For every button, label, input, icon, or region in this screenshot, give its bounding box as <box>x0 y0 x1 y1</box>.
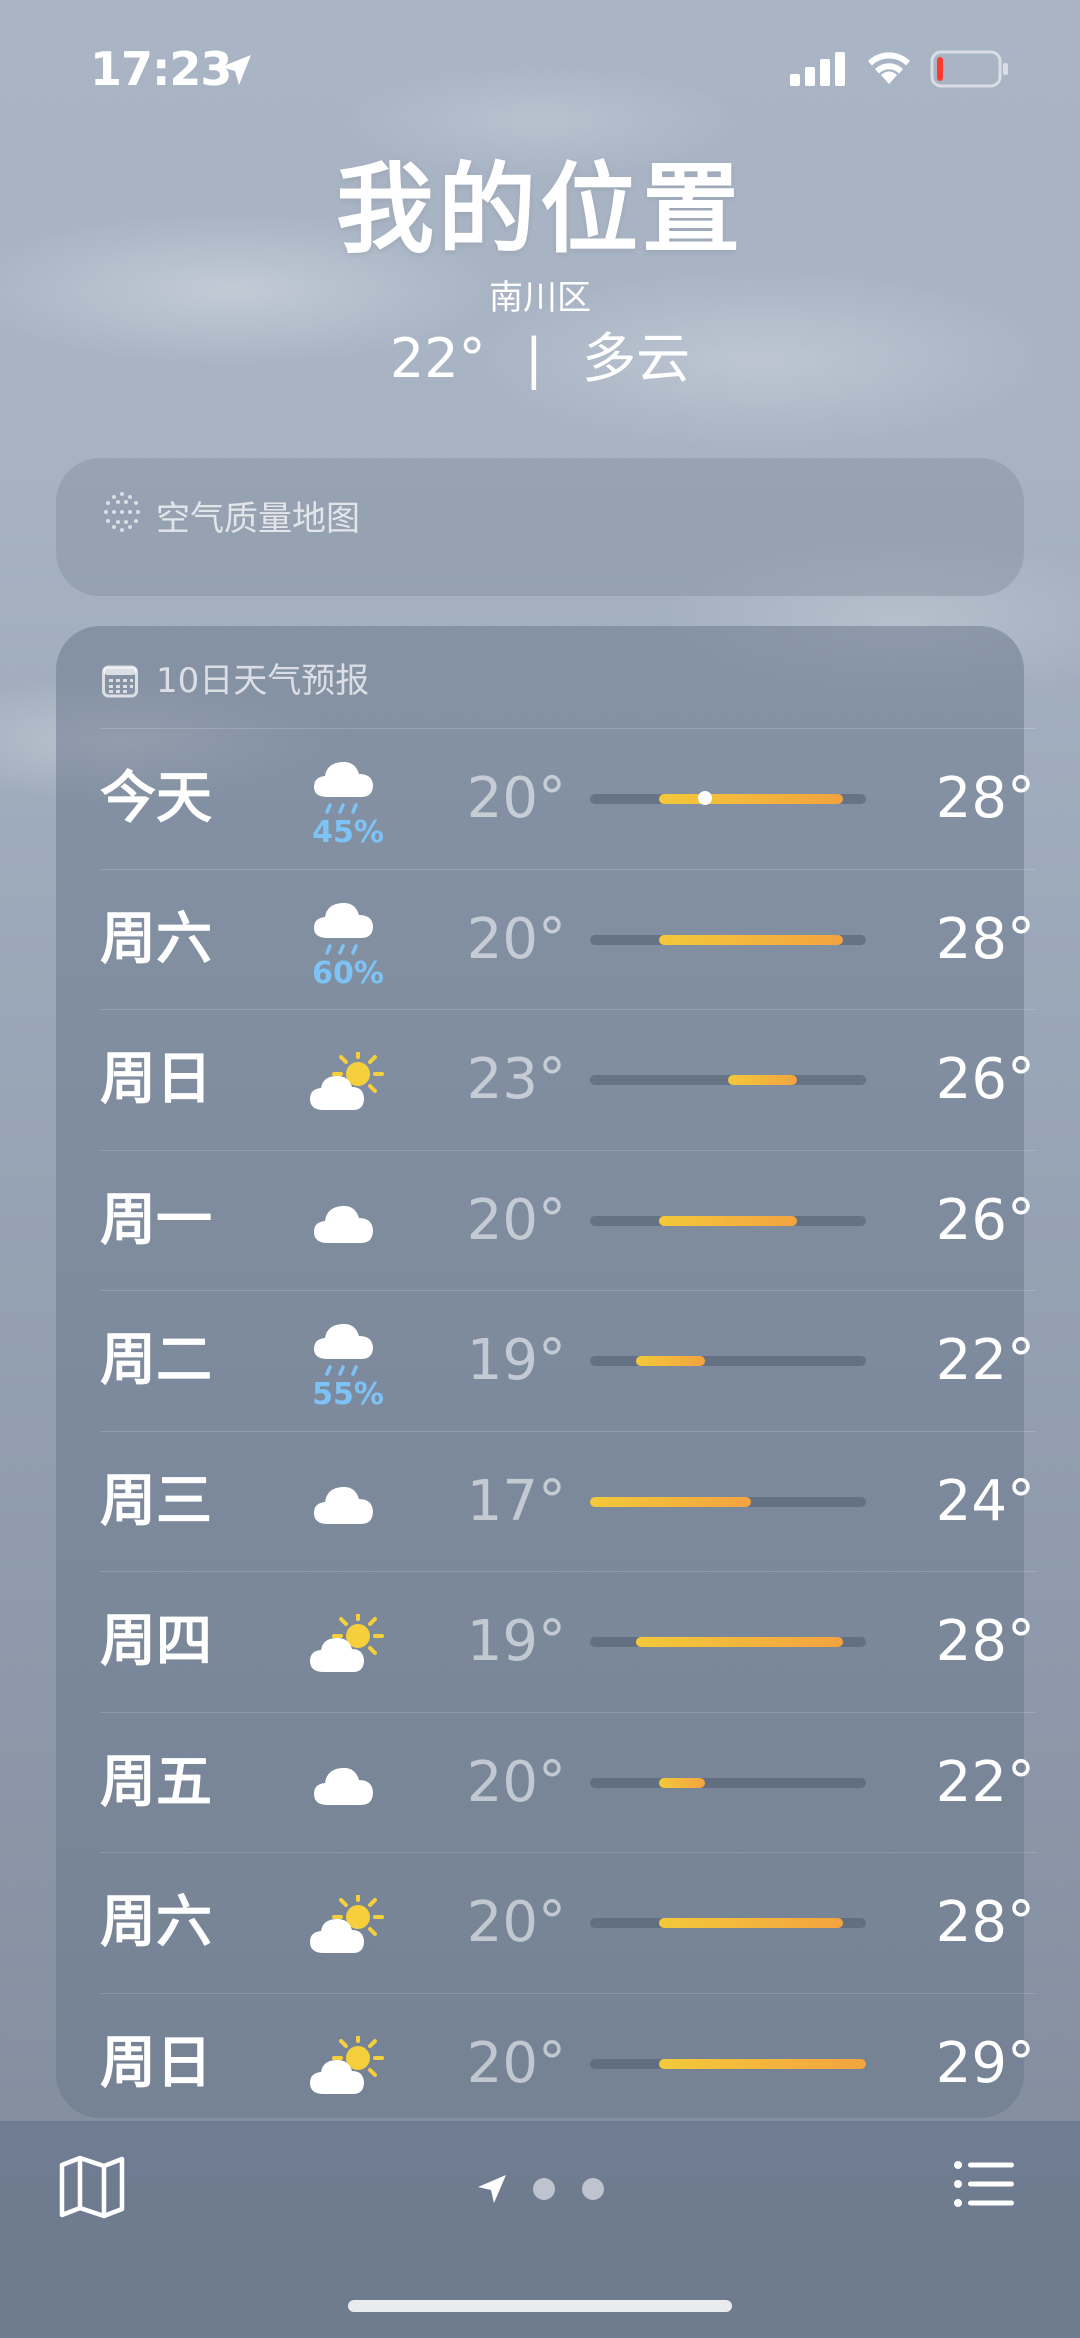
status-bar: 17:23 <box>0 0 1080 140</box>
high-temperature: 29° <box>935 2030 1035 2096</box>
forecast-row: 今天 45% 20° 28° <box>100 728 1036 869</box>
current-conditions: 22° | 多云 <box>0 324 1080 394</box>
forecast-day-label: 周一 <box>100 1187 212 1253</box>
high-temperature: 28° <box>935 766 1035 831</box>
low-temperature: 19° <box>466 1609 566 1674</box>
forecast-row: 周日 23° 26° <box>100 1009 1036 1150</box>
low-temperature: 20° <box>466 1749 566 1815</box>
location-page-arrow-icon <box>478 2175 506 2203</box>
temperature-range-fill <box>659 934 843 945</box>
temperature-range-bar <box>590 1918 866 1928</box>
forecast-day-label: 周日 <box>100 1047 212 1112</box>
temperature-range-bar <box>590 1075 866 1085</box>
temperature-range-bar <box>590 2058 866 2069</box>
battery-icon <box>930 50 1008 88</box>
page-dot-icon <box>533 2178 555 2200</box>
forecast-row: 周二 55% 19° 22° <box>100 1290 1036 1431</box>
low-temperature: 17° <box>466 1468 566 1534</box>
low-temperature: 19° <box>466 1328 566 1393</box>
forecast-row: 周六 20° 28° <box>100 1852 1036 1993</box>
current-temperature: 22° <box>389 327 486 390</box>
forecast-row: 周四 19° 28° <box>100 1571 1036 1712</box>
calendar-icon <box>102 665 138 698</box>
temperature-range-bar <box>590 1637 866 1647</box>
forecast-title: 10日天气预报 <box>156 661 370 701</box>
temperature-range-bar <box>590 1215 866 1226</box>
page-indicator[interactable] <box>476 2171 606 2211</box>
forecast-row: 周一 20° 26° <box>100 1149 1036 1291</box>
district-name: 南川区 <box>489 278 591 318</box>
low-temperature: 20° <box>466 2030 566 2096</box>
temperature-range-fill <box>659 2058 866 2069</box>
temperature-range-bar <box>590 934 866 945</box>
location-arrow-icon <box>221 55 251 85</box>
forecast-row: 周日 20° 29° <box>100 1992 1036 2134</box>
high-temperature: 28° <box>935 1609 1035 1674</box>
forecast-day-label: 周六 <box>100 1890 212 1955</box>
high-temperature: 22° <box>935 1749 1035 1815</box>
high-temperature: 26° <box>935 1187 1035 1253</box>
forecast-day-label: 周日 <box>100 2030 212 2096</box>
map-icon[interactable] <box>58 2155 128 2219</box>
cellular-signal-icon <box>790 52 845 86</box>
forecast-row: 周三 17° 24° <box>100 1430 1036 1572</box>
location-title: 我的位置 <box>335 153 744 267</box>
forecast-day-label: 周六 <box>100 906 212 972</box>
low-temperature: 20° <box>466 1890 566 1955</box>
high-temperature: 28° <box>935 1890 1035 1955</box>
page-dot-icon <box>582 2178 604 2200</box>
low-temperature: 20° <box>466 766 566 831</box>
high-temperature: 28° <box>935 906 1035 972</box>
temperature-range-fill <box>728 1075 797 1085</box>
conditions-separator: | <box>524 327 543 390</box>
forecast-day-label: 周三 <box>100 1468 212 1534</box>
temperature-range-fill <box>659 1918 843 1928</box>
home-indicator[interactable] <box>348 2300 732 2312</box>
current-condition: 多云 <box>582 327 691 390</box>
temperature-range-fill <box>659 794 843 804</box>
air-quality-map-label: 空气质量地图 <box>156 499 360 539</box>
low-temperature: 20° <box>466 906 566 972</box>
forecast-list: 今天 45% 20° 28° 周六 60% 20° 28° 周日 23° 26° 周一 20° 26° 周二… <box>100 728 1036 2133</box>
temperature-range-fill <box>590 1496 751 1507</box>
temperature-range-bar <box>590 1356 866 1366</box>
temperature-range-fill <box>636 1356 705 1366</box>
temperature-range-bar <box>590 1777 866 1788</box>
location-header: 我的位置 南川区 22° | 多云 <box>0 150 1080 394</box>
air-quality-dots-icon <box>104 492 140 532</box>
forecast-day-label: 今天 <box>100 766 212 831</box>
wifi-icon <box>868 52 910 84</box>
temperature-range-fill <box>659 1215 797 1226</box>
status-time: 17:23 <box>90 42 232 96</box>
forecast-day-label: 周五 <box>100 1749 212 1815</box>
high-temperature: 26° <box>935 1047 1035 1112</box>
current-temp-marker <box>698 791 712 805</box>
temperature-range-bar <box>590 1496 866 1507</box>
high-temperature: 22° <box>935 1328 1035 1393</box>
temperature-range-bar <box>590 791 866 805</box>
ten-day-forecast-card: 10日天气预报 今天 45% 20° 28° 周六 60% 20° 28° 周日 23° 26° 周一… <box>56 626 1036 2118</box>
forecast-day-label: 周二 <box>100 1328 212 1393</box>
air-quality-map-card[interactable]: 空气质量地图 <box>56 458 1024 596</box>
low-temperature: 23° <box>466 1047 566 1112</box>
temperature-range-fill <box>659 1777 705 1788</box>
forecast-row: 周六 60% 20° 28° <box>100 868 1036 1010</box>
temperature-range-fill <box>636 1637 843 1647</box>
city-list-icon[interactable] <box>954 2161 1016 2207</box>
forecast-day-label: 周四 <box>100 1609 212 1674</box>
high-temperature: 24° <box>935 1468 1035 1534</box>
forecast-row: 周五 20° 22° <box>100 1711 1036 1853</box>
low-temperature: 20° <box>466 1187 566 1253</box>
